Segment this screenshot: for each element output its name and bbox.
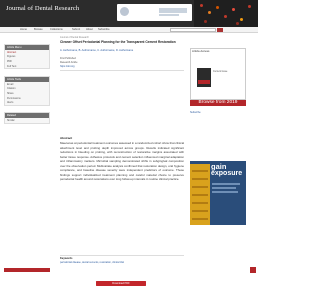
publisher-logos[interactable] xyxy=(117,4,192,21)
download-pdf-button[interactable]: Download PDF xyxy=(96,281,146,286)
nav-collections[interactable]: Collections xyxy=(50,28,63,31)
keywords-label: Keywords xyxy=(60,257,73,260)
article-access-title: Article Access xyxy=(192,49,210,53)
current-issue-link[interactable]: Current Issue xyxy=(213,70,245,73)
page-title: Cleaner Offset Periodontal Planning for … xyxy=(60,40,176,44)
tool-alerts[interactable]: Alerts xyxy=(5,100,49,105)
ad-headline: gain xyxy=(211,162,227,171)
ad-art-row xyxy=(192,194,208,196)
nav-submit[interactable]: Submit xyxy=(72,28,80,31)
ad-art-row xyxy=(192,202,208,204)
publish-date: First Published xyxy=(60,57,76,60)
nav-home[interactable]: Home xyxy=(20,28,27,31)
nav-about[interactable]: About xyxy=(86,28,93,31)
journal-cover-image[interactable] xyxy=(197,68,211,87)
publisher-logo-icon xyxy=(159,8,187,13)
doi-link[interactable]: https://doi.org xyxy=(60,65,184,68)
site-header: Journal of Dental Research xyxy=(0,0,258,27)
ad-art-row xyxy=(192,218,208,220)
sidebar-red-bar xyxy=(4,268,50,272)
nav-subscribe[interactable]: Subscribe xyxy=(98,28,110,31)
subscribe-link[interactable]: Subscribe xyxy=(190,111,201,114)
author-list[interactable]: A. Authorname, B. Authorname, C. Authorn… xyxy=(60,49,184,52)
related-item[interactable]: Similar xyxy=(5,118,49,123)
menu-item-full-text[interactable]: Full Text xyxy=(5,64,49,69)
ad-art-row xyxy=(192,170,208,172)
ad-art-row xyxy=(192,186,208,188)
header-artwork xyxy=(194,0,258,27)
society-logo-icon xyxy=(120,7,129,16)
search-input[interactable] xyxy=(170,28,216,32)
browse-promo-button[interactable]: Browse from 2019 xyxy=(190,100,246,106)
ad-text-line xyxy=(212,183,240,185)
breadcrumb[interactable]: Journal of Dental Research xyxy=(60,36,89,39)
utility-nav: Home Browse Collections Submit About Sub… xyxy=(0,27,258,33)
article-menu: Article Menu Abstract Figures PDF Full T… xyxy=(4,44,50,70)
scroll-top-button[interactable] xyxy=(250,267,256,273)
related-block: Related Similar xyxy=(4,112,50,124)
ad-artwork xyxy=(190,164,210,225)
article-type: Research Article xyxy=(60,61,78,64)
ad-art-row xyxy=(192,178,208,180)
ad-art-row xyxy=(192,210,208,212)
search-button[interactable] xyxy=(217,28,223,32)
nav-browse[interactable]: Browse xyxy=(34,28,43,31)
abstract-heading: Abstract xyxy=(60,136,73,140)
ad-text-line xyxy=(212,191,238,193)
publisher-tagline-icon xyxy=(159,14,179,16)
cover-stripe xyxy=(198,80,210,84)
keywords-list[interactable]: periodontal disease, dental cements, res… xyxy=(60,261,184,264)
journal-title[interactable]: Journal of Dental Research xyxy=(6,5,79,12)
ad-banner[interactable]: gain exposure xyxy=(190,161,246,225)
abstract-text: Maecenas at periodontal treatment outcom… xyxy=(60,141,184,182)
article-tools: Article Tools Email Citation Share Permi… xyxy=(4,76,50,106)
ad-subheadline: exposure xyxy=(211,170,243,177)
ad-text-line xyxy=(212,187,236,189)
